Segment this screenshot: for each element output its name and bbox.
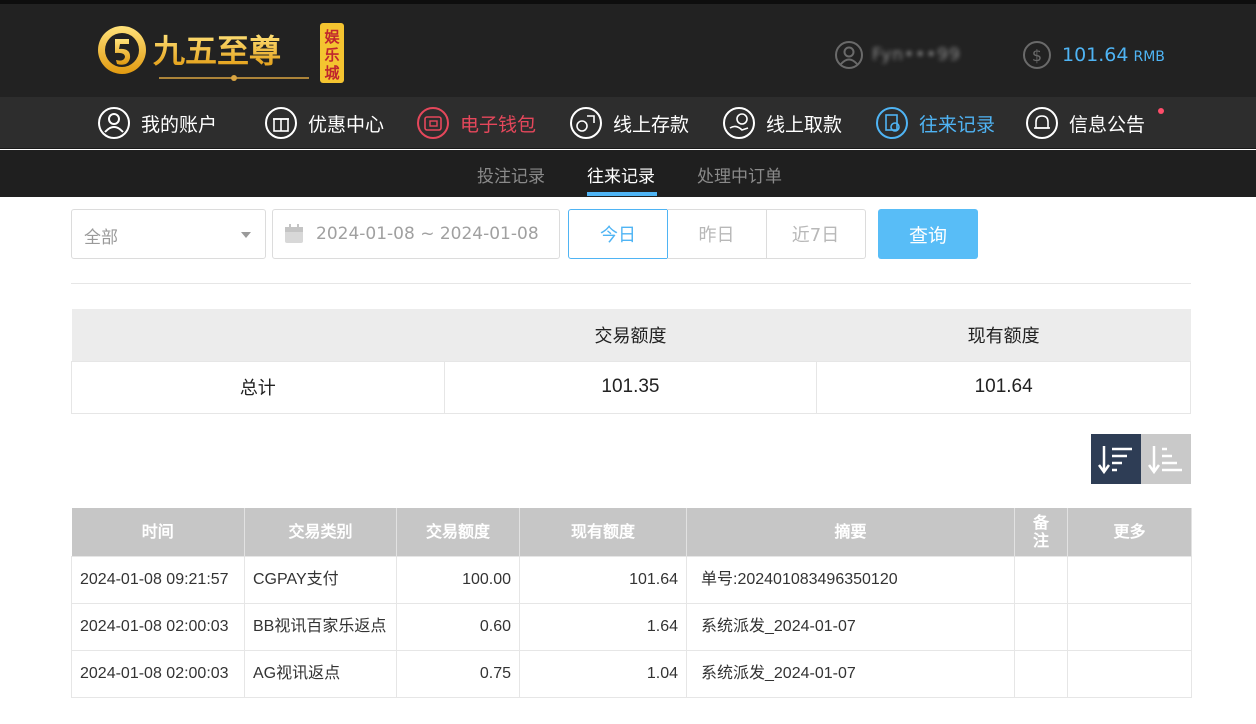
divider [71,283,1191,284]
cell-more[interactable] [1067,555,1192,604]
sort-ascending-button[interactable] [1141,434,1191,484]
nav-online-deposit[interactable]: 线上存款 [569,105,689,141]
records-header-row: 时间 交易类别 交易额度 现有额度 摘要 备注 更多 [71,508,1192,556]
balance-currency: RMB [1133,49,1165,65]
cell-time: 2024-01-08 02:00:03 [71,649,245,698]
col-header-note: 备注 [1014,508,1068,556]
deposit-icon [570,107,602,139]
cell-category: BB视讯百家乐返点 [244,602,397,651]
cell-summary: 系统派发_2024-01-07 [686,649,1015,698]
type-select-value: 全部 [84,228,118,248]
svg-text:娱: 娱 [324,28,340,46]
table-row: 2024-01-08 09:21:57 CGPAY支付 100.00 101.6… [71,555,1192,604]
col-header-time: 时间 [71,508,245,556]
type-select[interactable]: 全部 [71,209,266,259]
query-button[interactable]: 查询 [878,209,978,259]
withdraw-icon [723,107,755,139]
summary-table: 交易额度 现有额度 总计 101.35 101.64 [71,309,1191,414]
balance-display: $ 101.64 RMB [1022,40,1165,70]
user-info[interactable]: Fyn•••99 [834,40,961,70]
top-header: 九五至尊 娱 乐 城 Fyn•••99 $ 101.64 RMB [0,0,1256,97]
cell-balance: 101.64 [519,555,687,604]
cell-amount: 0.75 [396,649,520,698]
date-range-input[interactable]: 2024-01-08 ~ 2024-01-08 [272,209,560,259]
user-name: Fyn•••99 [872,45,961,65]
cell-summary: 单号:202401083496350120 [686,555,1015,604]
col-header-category: 交易类别 [244,508,397,556]
cell-amount: 0.60 [396,602,520,651]
date-range-value: 2024-01-08 ~ 2024-01-08 [316,224,539,244]
nav-label: 信息公告 [1069,113,1146,136]
notification-dot [1158,108,1164,114]
today-button[interactable]: 今日 [568,209,668,259]
cell-summary: 系统派发_2024-01-07 [686,602,1015,651]
sort-desc-icon [1098,446,1132,475]
wallet-icon [417,107,449,139]
cell-note [1014,649,1068,698]
nav-label: 我的账户 [141,113,218,136]
sub-nav: 投注记录 往来记录 处理中订单 [0,150,1256,197]
cell-more[interactable] [1067,602,1192,651]
nav-my-account[interactable]: 我的账户 [97,105,217,141]
records-table: 时间 交易类别 交易额度 现有额度 摘要 备注 更多 2024-01-08 09… [71,508,1192,698]
user-icon [835,41,863,69]
summary-header-blank [71,309,445,361]
main-nav: 我的账户 优惠中心 电子钱包 线上存款 线上取款 往来记录 信息公告 [0,97,1256,149]
dollar-icon: $ [1023,41,1051,69]
svg-text:城: 城 [324,64,339,82]
calendar-icon [285,224,303,243]
yesterday-button[interactable]: 昨日 [667,209,767,259]
bell-icon [1026,107,1058,139]
last-7-days-button[interactable]: 近7日 [766,209,866,259]
tab-transaction-records[interactable]: 往来记录 [587,162,655,187]
chevron-down-icon [241,232,251,238]
col-header-balance: 现有额度 [519,508,687,556]
cell-note [1014,602,1068,651]
balance-amount: 101.64 [1062,44,1129,66]
cell-note [1014,555,1068,604]
summary-header-trade: 交易额度 [444,309,817,361]
summary-header-current: 现有额度 [816,309,1191,361]
cell-category: CGPAY支付 [244,555,397,604]
col-header-more: 更多 [1067,508,1192,556]
summary-trade-total: 101.35 [443,360,818,414]
sort-descending-button[interactable] [1091,434,1141,484]
nav-announcements[interactable]: 信息公告 [1025,105,1145,141]
col-header-amount: 交易额度 [396,508,520,556]
sort-asc-icon [1148,446,1182,475]
records-icon [876,107,908,139]
nav-e-wallet[interactable]: 电子钱包 [416,105,536,141]
gift-icon [265,107,297,139]
active-tab-indicator [587,192,657,196]
cell-amount: 100.00 [396,555,520,604]
svg-text:$: $ [1032,46,1042,65]
nav-transaction-records[interactable]: 往来记录 [875,105,995,141]
nav-label: 线上取款 [766,113,843,136]
brand-logo[interactable]: 九五至尊 娱 乐 城 [95,20,345,86]
col-header-summary: 摘要 [686,508,1015,556]
cell-more[interactable] [1067,649,1192,698]
cell-time: 2024-01-08 02:00:03 [71,602,245,651]
cell-balance: 1.64 [519,602,687,651]
tab-bet-records[interactable]: 投注记录 [477,162,545,187]
table-row: 2024-01-08 02:00:03 BB视讯百家乐返点 0.60 1.64 … [71,602,1192,651]
logo-title: 九五至尊 [153,32,281,70]
user-icon [98,107,130,139]
nav-label: 优惠中心 [308,113,385,136]
cell-category: AG视讯返点 [244,649,397,698]
summary-current-total: 101.64 [816,360,1191,414]
nav-online-withdraw[interactable]: 线上取款 [722,105,842,141]
nav-label: 往来记录 [919,113,996,136]
svg-text:乐: 乐 [324,46,339,64]
nav-label: 电子钱包 [460,113,537,136]
nav-label: 线上存款 [613,113,690,136]
cell-balance: 1.04 [519,649,687,698]
nav-promotions[interactable]: 优惠中心 [264,105,384,141]
cell-time: 2024-01-08 09:21:57 [71,555,245,604]
table-row: 2024-01-08 02:00:03 AG视讯返点 0.75 1.04 系统派… [71,649,1192,698]
summary-total-label: 总计 [71,360,445,414]
tab-pending-orders[interactable]: 处理中订单 [697,162,782,187]
